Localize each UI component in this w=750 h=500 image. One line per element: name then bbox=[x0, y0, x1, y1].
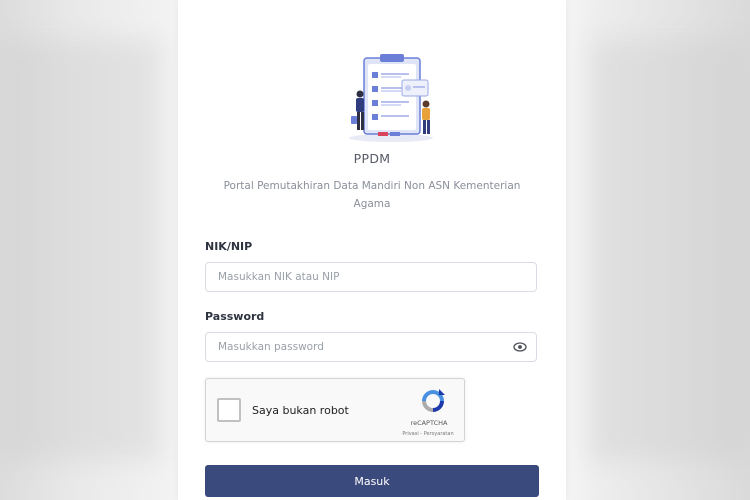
login-card: PPDM Portal Pemutakhiran Data Mandiri No… bbox=[178, 0, 566, 500]
password-label: Password bbox=[205, 310, 265, 323]
recaptcha-logo-icon bbox=[422, 389, 445, 412]
eye-icon[interactable] bbox=[513, 341, 527, 353]
login-button[interactable]: Masuk bbox=[205, 465, 539, 497]
nik-input[interactable] bbox=[205, 262, 537, 292]
recaptcha-widget: Saya bukan robot reCAPTCHA Privasi - Per… bbox=[205, 378, 465, 442]
background-right-blur bbox=[590, 40, 750, 460]
recaptcha-label: Saya bukan robot bbox=[252, 404, 349, 417]
recaptcha-checkbox[interactable] bbox=[217, 398, 241, 422]
recaptcha-links[interactable]: Privasi - Persyaratan bbox=[390, 431, 466, 437]
nik-label: NIK/NIP bbox=[205, 240, 253, 253]
clipboard-illustration-icon bbox=[349, 54, 433, 142]
password-input[interactable] bbox=[205, 332, 537, 362]
recaptcha-brand: reCAPTCHA bbox=[410, 419, 448, 427]
background-left-blur bbox=[0, 40, 160, 460]
app-title: PPDM bbox=[353, 151, 391, 166]
app-subtitle: Portal Pemutakhiran Data Mandiri Non ASN… bbox=[223, 180, 521, 210]
